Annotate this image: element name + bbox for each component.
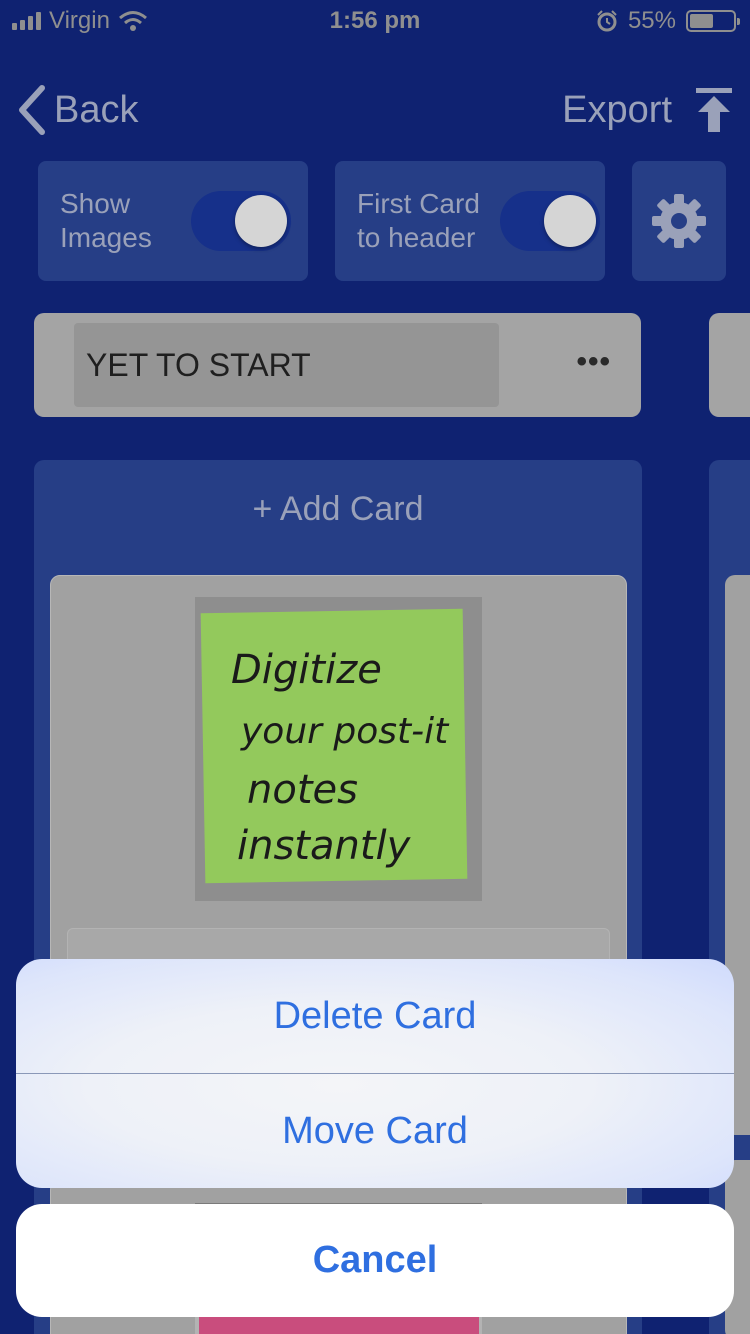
status-bar: Virgin 1:56 pm 55% xyxy=(0,0,750,40)
column-title[interactable]: YET TO START xyxy=(74,323,499,407)
note-line-2: your post-it xyxy=(240,711,450,752)
battery-icon xyxy=(686,10,740,32)
upload-icon xyxy=(696,88,732,132)
chevron-left-icon xyxy=(19,85,45,135)
pink-note-image xyxy=(199,1315,479,1334)
switch-knob xyxy=(544,195,596,247)
delete-card-button[interactable]: Delete Card xyxy=(16,959,734,1073)
battery-level xyxy=(690,14,714,28)
export-label: Export xyxy=(562,88,672,131)
column-header: YET TO START ••• xyxy=(34,313,641,417)
status-right: 55% xyxy=(596,7,740,35)
first-card-label: First Card to header xyxy=(357,187,480,255)
show-images-label: Show Images xyxy=(60,187,152,255)
export-button[interactable]: Export xyxy=(562,86,734,134)
back-button[interactable]: Back xyxy=(16,84,138,136)
show-images-label-line1: Show xyxy=(60,188,131,219)
cancel-button[interactable]: Cancel xyxy=(16,1204,734,1317)
next-column-header xyxy=(709,313,750,417)
note-line-4: instantly xyxy=(237,823,412,869)
battery-percent: 55% xyxy=(627,7,676,34)
show-images-toggle-card: Show Images xyxy=(38,161,308,281)
more-options-icon[interactable]: ••• xyxy=(576,345,611,379)
first-card-switch[interactable] xyxy=(500,191,600,251)
show-images-switch[interactable] xyxy=(191,191,291,251)
note-line-1: Digitize xyxy=(231,647,382,693)
add-card-button[interactable]: + Add Card xyxy=(34,490,642,529)
back-label: Back xyxy=(54,88,139,131)
settings-button[interactable] xyxy=(632,161,726,281)
show-images-label-line2: Images xyxy=(60,222,152,253)
board-screen: Virgin 1:56 pm 55% Back Export Show Imag… xyxy=(0,0,750,1334)
first-card-label-line1: First Card xyxy=(357,188,480,219)
action-sheet: Delete Card Move Card xyxy=(16,959,734,1188)
switch-knob xyxy=(235,195,287,247)
gear-icon xyxy=(652,194,706,248)
first-card-label-line2: to header xyxy=(357,222,476,253)
alarm-icon xyxy=(597,10,617,32)
post-it-note-image: Digitize your post-it notes instantly xyxy=(195,597,482,901)
note-line-3: notes xyxy=(247,767,358,813)
card-image: Digitize your post-it notes instantly xyxy=(195,597,482,901)
next-column-body xyxy=(709,460,750,1334)
column-body: + Add Card Digitize your post-it notes i… xyxy=(34,460,642,1334)
first-card-toggle-card: First Card to header xyxy=(335,161,605,281)
move-card-button[interactable]: Move Card xyxy=(16,1074,734,1188)
